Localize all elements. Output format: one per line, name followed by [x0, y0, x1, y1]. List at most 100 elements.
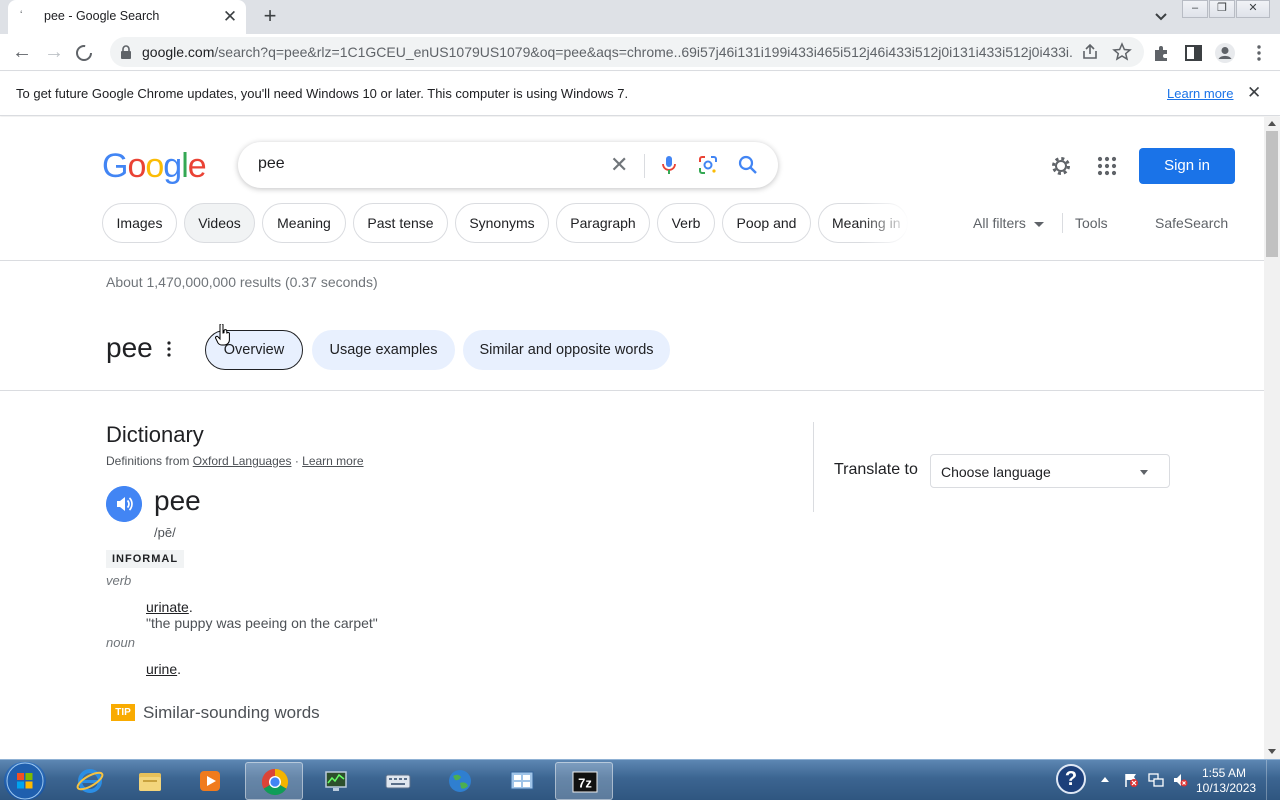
phonetic-spelling: /pē/ [154, 525, 176, 540]
taskbar-control-panel[interactable] [493, 762, 551, 800]
header-divider [0, 260, 1264, 261]
lens-search-icon[interactable] [697, 154, 719, 176]
address-bar[interactable]: google.com/search?q=pee&rlz=1C1GCEU_enUS… [110, 37, 1144, 67]
stop-loading-icon[interactable] [73, 42, 95, 64]
term-divider [0, 390, 1264, 391]
search-submit-icon[interactable] [737, 154, 759, 176]
svg-text:7z: 7z [578, 776, 592, 791]
browser-toolbar: ← → google.com/search?q=pee&rlz=1C1GCEU_… [0, 34, 1280, 71]
mouse-cursor-hand-icon [215, 324, 230, 346]
dictionary-learn-more-link[interactable]: Learn more [302, 454, 363, 468]
tools-button[interactable]: Tools [1075, 215, 1108, 231]
chip-videos[interactable]: Videos [184, 203, 255, 243]
page-viewport: Google pee ✕ Sign in Images Videos Meani… [0, 117, 1264, 759]
show-hidden-icons-arrow-icon[interactable] [1101, 777, 1109, 782]
clock-date: 10/13/2023 [1196, 781, 1257, 795]
search-divider [644, 154, 645, 178]
result-stats: About 1,470,000,000 results (0.37 second… [106, 274, 378, 290]
tab-search-icon[interactable] [1150, 7, 1172, 27]
oxford-languages-link[interactable]: Oxford Languages [193, 454, 292, 468]
sign-in-button[interactable]: Sign in [1139, 148, 1235, 184]
scroll-down-arrow-icon[interactable] [1268, 749, 1276, 754]
url-text[interactable]: google.com/search?q=pee&rlz=1C1GCEU_enUS… [142, 44, 1072, 60]
action-center-flag-icon[interactable] [1123, 772, 1139, 788]
taskbar-google-chrome[interactable] [245, 762, 303, 800]
lock-icon[interactable] [120, 45, 132, 59]
taskbar-task-manager[interactable] [307, 762, 365, 800]
chrome-menu-icon[interactable] [1248, 42, 1270, 64]
back-button[interactable]: ← [9, 40, 35, 66]
taskbar-7zip[interactable]: 7z [555, 762, 613, 800]
safesearch-button[interactable]: SafeSearch [1155, 215, 1228, 231]
windows-taskbar: 7z ? 1:55 AM 10/13/2023 [0, 759, 1280, 800]
browser-tab[interactable]: ‘ pee - Google Search ✕ [8, 0, 246, 34]
extensions-puzzle-icon[interactable] [1151, 42, 1173, 64]
chip-paragraph[interactable]: Paragraph [556, 203, 650, 243]
tab-similar-opposite-words[interactable]: Similar and opposite words [463, 330, 670, 370]
new-tab-button[interactable]: + [258, 5, 282, 29]
page-scrollbar[interactable] [1264, 117, 1280, 759]
urine-link[interactable]: urine [146, 661, 177, 677]
network-icon[interactable] [1148, 772, 1164, 788]
search-box[interactable]: pee ✕ [238, 142, 778, 188]
choose-language-select[interactable]: Choose language [930, 454, 1170, 488]
control-panel-icon [510, 771, 534, 790]
url-path: /search?q=pee&rlz=1C1GCEU_enUS1079US1079… [214, 44, 1072, 60]
chip-verb[interactable]: Verb [657, 203, 715, 243]
system-clock[interactable]: 1:55 AM 10/13/2023 [1196, 766, 1257, 796]
definition-punct: . [188, 599, 193, 615]
headword: pee [154, 485, 201, 516]
taskbar-file-explorer[interactable] [121, 762, 179, 800]
window-controls: – ❐ ✕ [1182, 0, 1274, 18]
profile-avatar-icon[interactable] [1214, 42, 1236, 64]
tab-close-icon[interactable]: ✕ [220, 7, 240, 27]
folder-icon [139, 773, 161, 791]
side-panel-icon[interactable] [1183, 42, 1205, 64]
window-close-button[interactable]: ✕ [1236, 0, 1270, 18]
tray-help-icon[interactable]: ? [1056, 764, 1086, 794]
term-title: pee [106, 332, 153, 363]
dropdown-caret-icon [1140, 470, 1148, 475]
chip-images[interactable]: Images [102, 203, 177, 243]
usage-example: "the puppy was peeing on the carpet" [146, 615, 378, 631]
loading-favicon-icon: ‘ [20, 9, 23, 21]
infobar-learn-more-link[interactable]: Learn more [1167, 86, 1233, 101]
chip-poop-and[interactable]: Poop and [722, 203, 811, 243]
task-manager-icon [325, 771, 347, 791]
maximize-button[interactable]: ❐ [1209, 0, 1235, 18]
similar-sounding-words-heading[interactable]: Similar-sounding words [143, 703, 320, 723]
more-options-icon[interactable] [164, 339, 174, 359]
urinate-link[interactable]: urinate [146, 599, 189, 615]
internet-explorer-icon [76, 769, 104, 793]
scrollbar-thumb[interactable] [1266, 131, 1278, 257]
translate-divider [813, 422, 814, 512]
chip-meaning[interactable]: Meaning [262, 203, 346, 243]
forward-button[interactable]: → [41, 40, 67, 66]
infobar-close-icon[interactable]: ✕ [1247, 83, 1261, 103]
7zip-icon: 7z [572, 771, 598, 793]
show-desktop-button[interactable] [1266, 760, 1280, 800]
taskbar-internet-explorer[interactable] [61, 762, 119, 800]
pronunciation-speaker-icon[interactable] [106, 486, 142, 522]
volume-muted-icon[interactable] [1172, 772, 1188, 788]
share-icon[interactable] [1080, 42, 1100, 62]
google-logo[interactable]: Google [102, 147, 207, 186]
all-filters-button[interactable]: All filters [973, 215, 1044, 231]
globe-icon [449, 770, 471, 792]
clear-search-icon[interactable]: ✕ [610, 153, 628, 177]
minimize-button[interactable]: – [1182, 0, 1208, 18]
taskbar-network-globe[interactable] [431, 762, 489, 800]
bookmark-star-icon[interactable] [1112, 42, 1132, 62]
voice-search-icon[interactable] [658, 154, 680, 176]
chip-synonyms[interactable]: Synonyms [455, 203, 549, 243]
settings-gear-icon[interactable] [1049, 154, 1073, 178]
chip-past-tense[interactable]: Past tense [353, 203, 448, 243]
taskbar-on-screen-keyboard[interactable] [369, 762, 427, 800]
start-button-windows-icon[interactable] [4, 762, 46, 800]
clock-time: 1:55 AM [1201, 766, 1247, 780]
tab-usage-examples[interactable]: Usage examples [312, 330, 455, 370]
search-input[interactable]: pee [258, 155, 285, 173]
taskbar-media-player[interactable] [181, 762, 239, 800]
google-apps-grid-icon[interactable] [1096, 155, 1118, 177]
scroll-up-arrow-icon[interactable] [1268, 121, 1276, 126]
